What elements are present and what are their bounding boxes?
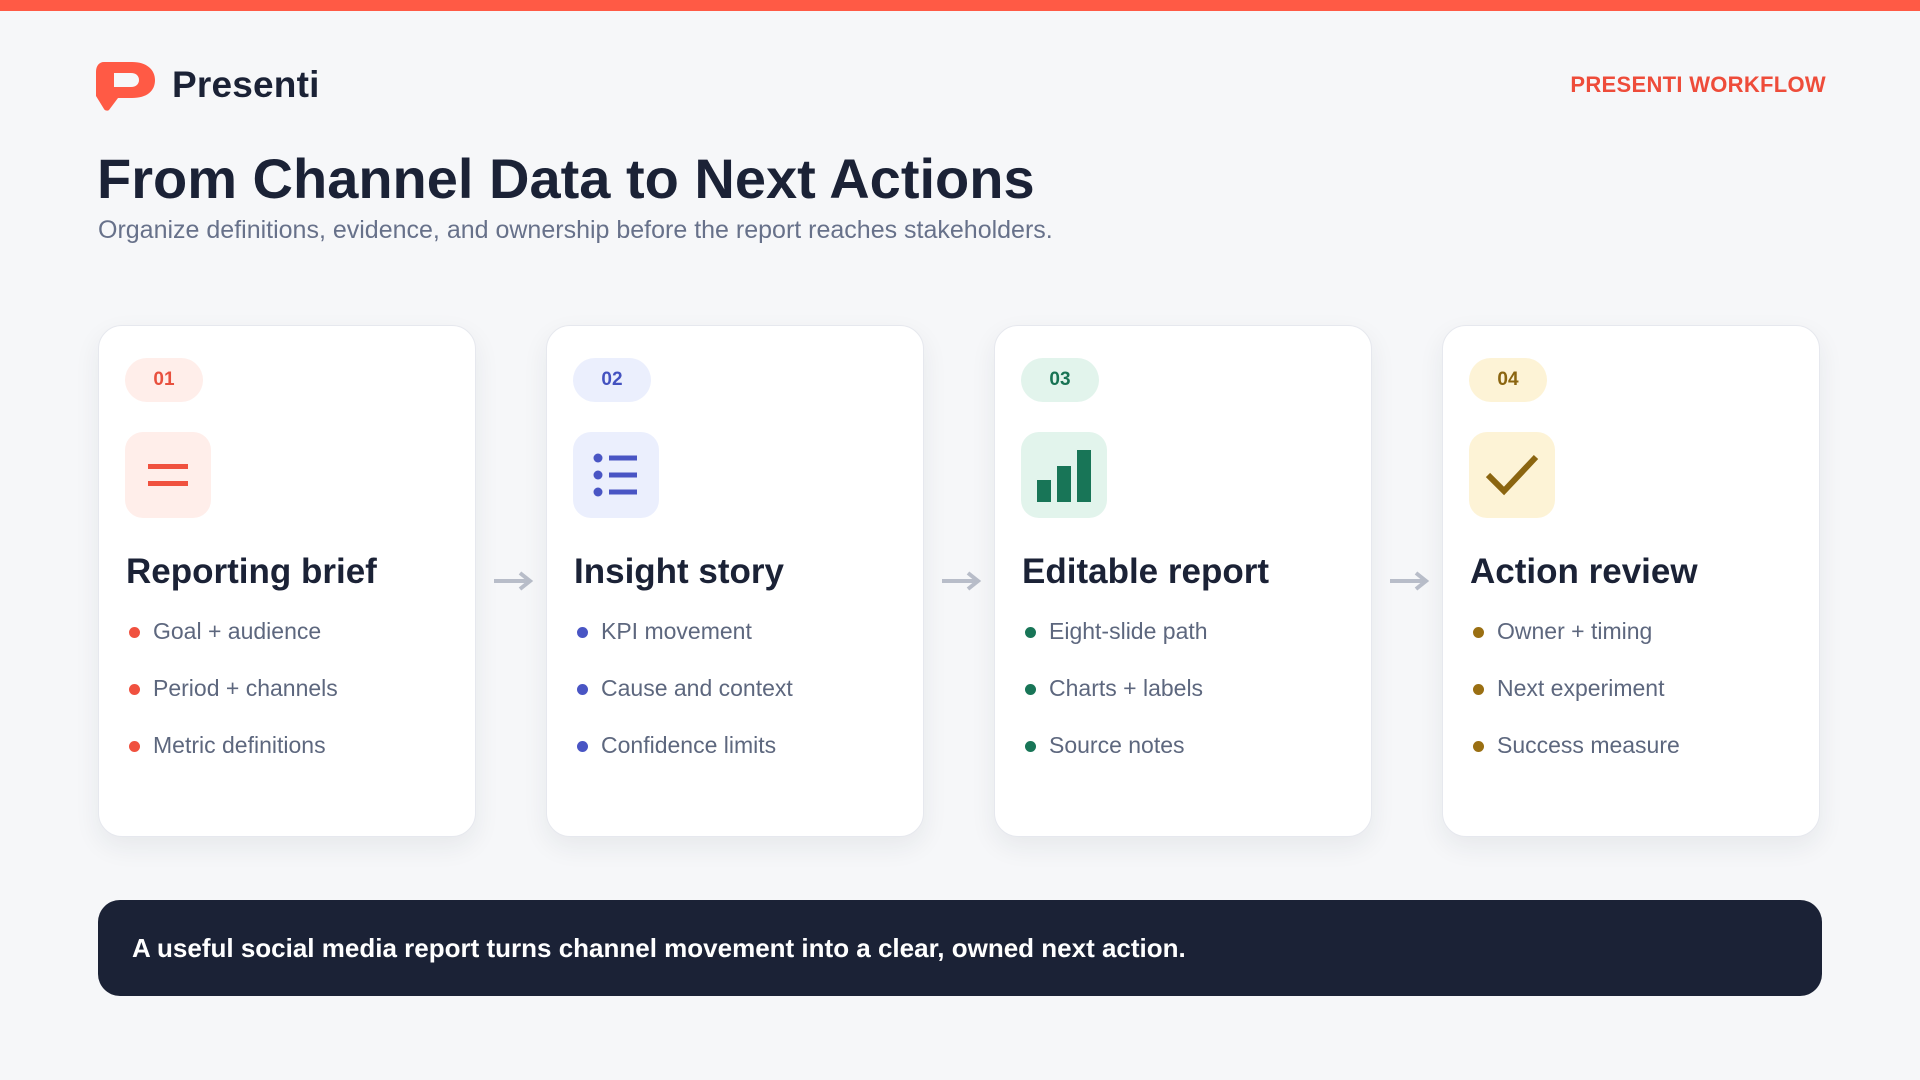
step-card-insight-story: 02 Insight story KPI movement Cause and … — [546, 325, 924, 837]
list-item: Eight-slide path — [1025, 618, 1208, 675]
bullet-dot — [129, 684, 140, 695]
workflow-tag: PRESENTI WORKFLOW — [1570, 72, 1826, 97]
list-item: Confidence limits — [577, 732, 793, 789]
step-bullets: Eight-slide path Charts + labels Source … — [1025, 618, 1208, 789]
bullet-dot — [577, 627, 588, 638]
list-item: Cause and context — [577, 675, 793, 732]
summary-text: A useful social media report turns chann… — [132, 932, 1186, 963]
step-bullets: Owner + timing Next experiment Success m… — [1473, 618, 1680, 789]
step-bullets: KPI movement Cause and context Confidenc… — [577, 618, 793, 789]
step-icon-tile — [1469, 432, 1555, 518]
arrow-right-icon — [942, 571, 982, 591]
step-number-badge: 01 — [125, 358, 203, 402]
page-subtitle: Organize definitions, evidence, and owne… — [98, 216, 1053, 244]
step-icon-tile — [1021, 432, 1107, 518]
menu-lines-icon — [148, 464, 188, 486]
arrow-right-icon — [494, 571, 534, 591]
page-title: From Channel Data to Next Actions — [97, 147, 1035, 210]
step-card-action-review: 04 Action review Owner + timing Next exp… — [1442, 325, 1820, 837]
bullet-dot — [129, 741, 140, 752]
step-number-badge: 04 — [1469, 358, 1547, 402]
list-item: Charts + labels — [1025, 675, 1208, 732]
list-item: Next experiment — [1473, 675, 1680, 732]
list-item: Period + channels — [129, 675, 338, 732]
bullet-dot — [1025, 627, 1036, 638]
checkmark-icon — [1485, 454, 1539, 496]
list-item: Source notes — [1025, 732, 1208, 789]
bar-chart-icon — [1037, 450, 1091, 502]
step-card-editable-report: 03 Editable report Eight-slide path Char… — [994, 325, 1372, 837]
step-title: Insight story — [574, 552, 785, 591]
presenti-logo-icon — [96, 62, 155, 111]
step-title: Editable report — [1022, 552, 1269, 591]
list-item: KPI movement — [577, 618, 793, 675]
bullet-dot — [577, 741, 588, 752]
step-icon-tile — [573, 432, 659, 518]
list-item: Owner + timing — [1473, 618, 1680, 675]
summary-banner: A useful social media report turns chann… — [98, 900, 1822, 996]
bullet-dot — [1025, 684, 1036, 695]
step-icon-tile — [125, 432, 211, 518]
arrow-right-icon — [1390, 571, 1430, 591]
bullet-dot — [1473, 627, 1484, 638]
brand-logo: Presenti — [92, 58, 320, 112]
step-number-badge: 03 — [1021, 358, 1099, 402]
brand-name: Presenti — [172, 64, 320, 105]
bullet-dot — [129, 627, 140, 638]
bullet-dot — [1473, 741, 1484, 752]
step-title: Action review — [1470, 552, 1698, 591]
step-card-reporting-brief: 01 Reporting brief Goal + audience Perio… — [98, 325, 476, 837]
list-icon — [593, 453, 637, 497]
list-item: Success measure — [1473, 732, 1680, 789]
bullet-dot — [1025, 741, 1036, 752]
step-title: Reporting brief — [126, 552, 377, 591]
bullet-dot — [577, 684, 588, 695]
step-bullets: Goal + audience Period + channels Metric… — [129, 618, 338, 789]
step-number-badge: 02 — [573, 358, 651, 402]
bullet-dot — [1473, 684, 1484, 695]
list-item: Metric definitions — [129, 732, 338, 789]
list-item: Goal + audience — [129, 618, 338, 675]
top-accent-bar — [0, 0, 1920, 11]
